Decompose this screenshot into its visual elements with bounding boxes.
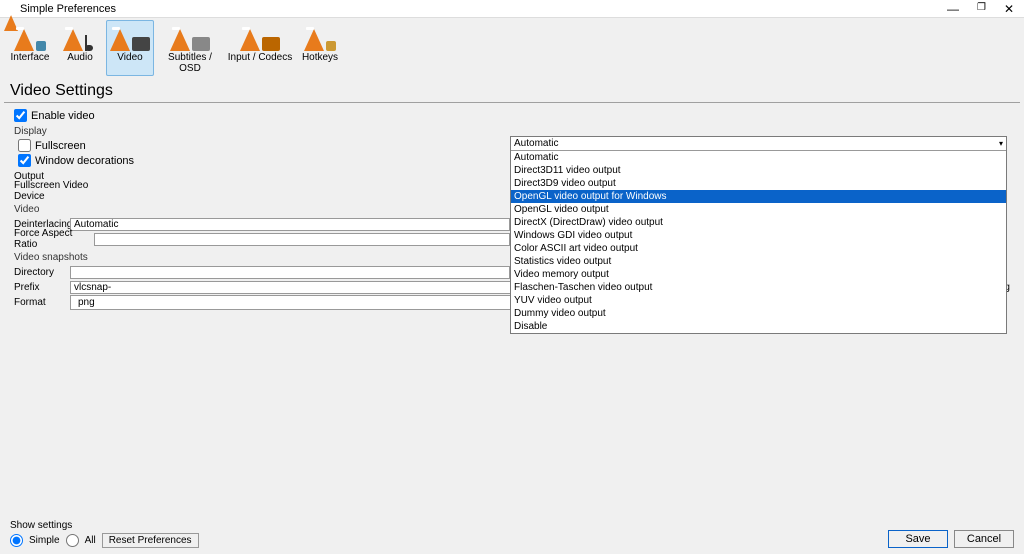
simple-radio[interactable] — [10, 534, 23, 547]
force-aspect-ratio-input[interactable] — [94, 233, 510, 246]
output-option[interactable]: Video memory output — [511, 268, 1006, 281]
prefix-label: Prefix — [14, 282, 70, 293]
minimize-button[interactable]: — — [947, 2, 959, 16]
save-button[interactable]: Save — [888, 530, 948, 548]
section-title: Video Settings — [4, 78, 1020, 103]
output-option[interactable]: Direct3D9 video output — [511, 177, 1006, 190]
output-option[interactable]: Color ASCII art video output — [511, 242, 1006, 255]
output-dropdown[interactable]: Automatic ▾ AutomaticDirect3D11 video ou… — [510, 136, 1007, 334]
show-settings-label: Show settings — [10, 520, 199, 531]
output-option[interactable]: DirectX (DirectDraw) video output — [511, 216, 1006, 229]
fullscreen-device-label: Fullscreen Video Device — [14, 180, 114, 202]
tab-interface[interactable]: Interface — [6, 20, 54, 76]
output-option[interactable]: OpenGL video output for Windows — [511, 190, 1006, 203]
deinterlacing-select[interactable] — [70, 218, 510, 231]
tab-hotkeys[interactable]: Hotkeys — [296, 20, 344, 76]
audio-icon — [57, 23, 103, 51]
all-radio[interactable] — [66, 534, 79, 547]
output-option[interactable]: YUV video output — [511, 294, 1006, 307]
output-option[interactable]: Flaschen-Taschen video output — [511, 281, 1006, 294]
tab-subtitles[interactable]: Subtitles / OSD — [156, 20, 224, 76]
window-controls: — ❐ ✕ — [947, 2, 1020, 16]
window-decorations-checkbox[interactable] — [18, 154, 31, 167]
output-option[interactable]: OpenGL video output — [511, 203, 1006, 216]
tab-audio[interactable]: Audio — [56, 20, 104, 76]
maximize-button[interactable]: ❐ — [977, 2, 986, 16]
output-dropdown-list: AutomaticDirect3D11 video outputDirect3D… — [511, 151, 1006, 333]
tab-video[interactable]: Video — [106, 20, 154, 76]
format-label: Format — [14, 297, 70, 308]
reset-preferences-button[interactable]: Reset Preferences — [102, 533, 199, 548]
category-toolbar: Interface Audio Video Subtitles / OSD In… — [0, 18, 1024, 78]
footer: Show settings Simple All Reset Preferenc… — [0, 516, 1024, 554]
output-option[interactable]: Statistics video output — [511, 255, 1006, 268]
directory-input[interactable] — [70, 266, 510, 279]
close-button[interactable]: ✕ — [1004, 2, 1014, 16]
chevron-down-icon: ▾ — [999, 137, 1003, 150]
enable-video-label: Enable video — [31, 110, 95, 122]
titlebar: Simple Preferences — ❐ ✕ — [0, 0, 1024, 18]
directory-label: Directory — [14, 267, 70, 278]
app-icon — [4, 3, 16, 15]
enable-video-checkbox[interactable] — [14, 109, 27, 122]
window-title: Simple Preferences — [20, 3, 116, 15]
video-icon — [107, 23, 153, 51]
simple-radio-label: Simple — [29, 535, 60, 546]
window-decorations-label: Window decorations — [35, 155, 134, 167]
subtitles-icon — [157, 23, 223, 51]
cancel-button[interactable]: Cancel — [954, 530, 1014, 548]
output-option[interactable]: Disable — [511, 320, 1006, 333]
all-radio-label: All — [85, 535, 96, 546]
fullscreen-label: Fullscreen — [35, 140, 86, 152]
output-dropdown-selected[interactable]: Automatic ▾ — [511, 137, 1006, 151]
output-option[interactable]: Windows GDI video output — [511, 229, 1006, 242]
output-option[interactable]: Dummy video output — [511, 307, 1006, 320]
input-codecs-icon — [227, 23, 293, 51]
fullscreen-checkbox[interactable] — [18, 139, 31, 152]
output-option[interactable]: Direct3D11 video output — [511, 164, 1006, 177]
tab-input-codecs[interactable]: Input / Codecs — [226, 20, 294, 76]
force-aspect-ratio-label: Force Aspect Ratio — [14, 228, 94, 250]
output-option[interactable]: Automatic — [511, 151, 1006, 164]
hotkeys-icon — [297, 23, 343, 51]
